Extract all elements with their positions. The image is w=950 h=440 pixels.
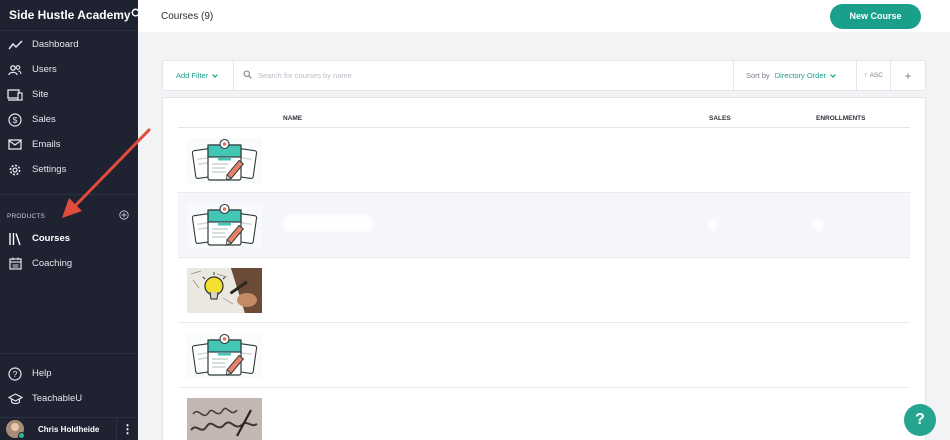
course-thumbnail[interactable] [187, 268, 262, 313]
sort-label: Sort by [746, 71, 770, 80]
sidebar-item-label: Settings [32, 164, 67, 175]
sidebar-item-label: Coaching [32, 258, 73, 269]
sidebar-item-coaching[interactable]: Coaching [0, 251, 138, 276]
arrow-up-icon: ↑ [864, 72, 868, 79]
sidebar-item-label: Help [32, 368, 52, 379]
user-name: Chris Holdheide [38, 424, 100, 434]
products-section-header: PRODUCTS [0, 208, 138, 224]
page-title: Courses (9) [161, 10, 214, 22]
sidebar-item-label: Site [32, 89, 49, 100]
chevron-down-icon [212, 71, 219, 80]
table-row[interactable] [178, 258, 910, 323]
sort-order-toggle[interactable]: ↑ ASC [857, 61, 891, 90]
course-thumbnail[interactable] [187, 398, 262, 440]
sidebar-item-courses[interactable]: Courses [0, 226, 138, 251]
blurred-enrollments-value [813, 219, 823, 231]
table-row[interactable] [178, 193, 910, 258]
sidebar-item-label: Courses [32, 233, 71, 244]
column-header-sales[interactable]: SALES [709, 115, 731, 122]
svg-text:?: ? [13, 369, 18, 379]
gear-icon [7, 162, 23, 178]
sidebar-bottom-links: ? Help TeachableU [0, 361, 138, 411]
library-icon [7, 231, 23, 247]
brand-bar: Side Hustle Academy [0, 0, 142, 31]
mail-icon [7, 137, 23, 153]
header: Courses (9) New Course [138, 0, 950, 32]
sidebar-item-emails[interactable]: Emails [0, 132, 138, 157]
sidebar-item-site[interactable]: Site [0, 82, 138, 107]
sidebar-item-dashboard[interactable]: Dashboard [0, 32, 138, 57]
section-label: PRODUCTS [7, 212, 46, 220]
column-header-enrollments[interactable]: ENROLLMENTS [816, 115, 865, 122]
dollar-icon: $ [7, 112, 23, 128]
hustle-handwriting-photo [187, 398, 262, 440]
sidebar-item-users[interactable]: Users [0, 57, 138, 82]
kebab-menu-icon[interactable]: ⋮ [116, 417, 138, 440]
filter-bar: Add Filter Sort by Directory Order ↑ ASC… [162, 60, 926, 91]
sort-value: Directory Order [774, 71, 827, 80]
course-document-illustration [187, 138, 262, 183]
online-status-dot [18, 432, 25, 439]
site-icon [7, 87, 23, 103]
school-name[interactable]: Side Hustle Academy [9, 8, 131, 22]
sidebar-item-settings[interactable]: Settings [0, 157, 138, 182]
blurred-sales-value [708, 219, 718, 231]
sidebar-item-label: Sales [32, 114, 56, 125]
graduation-cap-icon [7, 391, 23, 407]
blurred-course-name [283, 215, 373, 231]
course-thumbnail[interactable] [187, 203, 262, 248]
chevron-down-icon [830, 71, 836, 80]
question-icon: ? [7, 366, 23, 382]
search-icon [243, 70, 252, 81]
search-field [234, 61, 734, 90]
lightbulb-sketch-photo [187, 268, 262, 313]
new-course-button[interactable]: New Course [830, 3, 921, 29]
sidebar-item-label: Emails [32, 139, 61, 150]
sort-dropdown[interactable]: Sort by Directory Order [734, 61, 857, 90]
help-chat-button[interactable]: ? [904, 404, 936, 436]
plus-icon: + [904, 68, 912, 83]
course-thumbnail[interactable] [187, 138, 262, 183]
trend-line-icon [7, 37, 23, 53]
sort-order-label: ASC [869, 72, 883, 79]
course-thumbnail[interactable] [187, 333, 262, 378]
sidebar-item-label: TeachableU [32, 393, 83, 404]
table-row[interactable] [178, 388, 910, 440]
add-column-button[interactable]: + [891, 61, 925, 90]
section-divider [0, 194, 138, 195]
calendar-icon [7, 256, 23, 272]
table-row[interactable] [178, 128, 910, 193]
add-filter-button[interactable]: Add Filter [163, 61, 234, 90]
course-document-illustration [187, 333, 262, 378]
svg-text:$: $ [13, 115, 18, 125]
table-row[interactable] [178, 323, 910, 388]
sidebar-item-help[interactable]: ? Help [0, 361, 138, 386]
sidebar-item-label: Users [32, 64, 57, 75]
column-header-name[interactable]: NAME [283, 115, 302, 122]
sidebar-item-teachableu[interactable]: TeachableU [0, 386, 138, 411]
course-document-illustration [187, 203, 262, 248]
courses-table: NAME SALES ENROLLMENTS [162, 97, 926, 440]
table-header: NAME SALES ENROLLMENTS [178, 98, 910, 128]
sidebar: Side Hustle Academy Dashboard Users Site… [0, 0, 142, 440]
sidebar-item-label: Dashboard [32, 39, 79, 50]
add-circle-icon[interactable] [119, 210, 129, 222]
users-icon [7, 62, 23, 78]
add-filter-label: Add Filter [176, 71, 209, 80]
bottom-divider [0, 353, 138, 354]
sidebar-item-sales[interactable]: $ Sales [0, 107, 138, 132]
search-input[interactable] [258, 71, 458, 80]
